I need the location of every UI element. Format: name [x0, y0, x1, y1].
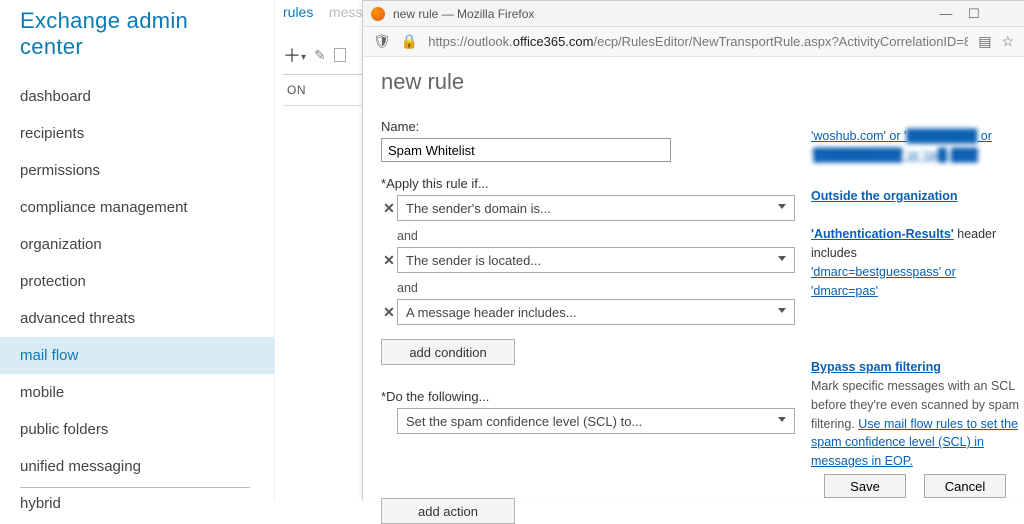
remove-condition-3[interactable]: ✕ [381, 304, 397, 321]
remove-condition-2[interactable]: ✕ [381, 252, 397, 269]
side-column: 'woshub.com' or '████████ or '██████████… [801, 67, 1024, 494]
chevron-down-icon: ▾ [301, 52, 306, 63]
sidebar-item-mobile[interactable]: mobile [0, 374, 274, 411]
page-title: new rule [381, 69, 801, 95]
reader-mode-icon[interactable]: ▤ [978, 33, 991, 50]
tab-rules[interactable]: rules [283, 4, 313, 20]
minimize-button[interactable]: — [932, 6, 960, 22]
dialog-button-bar: Save Cancel [824, 474, 1006, 498]
action-summary: Bypass spam filtering Mark specific mess… [811, 358, 1020, 471]
address-bar: 🛡︎ 🔒 https://outlook.office365.com/ecp/R… [363, 27, 1024, 57]
sidebar-item-protection[interactable]: protection [0, 263, 274, 300]
condition-2-dropdown[interactable]: The sender is located... [397, 247, 795, 273]
admin-center-title: Exchange admin center [0, 2, 274, 78]
sidebar-item-compliance-management[interactable]: compliance management [0, 189, 274, 226]
window-titlebar: new rule — Mozilla Firefox — ☐ [363, 1, 1024, 27]
maximize-button[interactable]: ☐ [960, 6, 988, 22]
add-action-button[interactable]: add action [381, 498, 515, 524]
chevron-down-icon [778, 308, 786, 313]
condition-3-dropdown[interactable]: A message header includes... [397, 299, 795, 325]
sidebar-item-hybrid[interactable]: hybrid [0, 485, 274, 522]
cond1-summary[interactable]: 'woshub.com' or '████████ or '██████████… [811, 127, 1020, 165]
condition-1-dropdown[interactable]: The sender's domain is... [397, 195, 795, 221]
cond2-summary[interactable]: Outside the organization [811, 187, 1020, 206]
chevron-down-icon [778, 204, 786, 209]
action-title[interactable]: Bypass spam filtering [811, 360, 941, 374]
edit-icon[interactable]: ✎ [314, 47, 326, 64]
bookmark-icon[interactable]: ☆ [1001, 33, 1014, 50]
apply-rule-if-label: Apply this rule if... [381, 176, 801, 191]
sidebar-item-permissions[interactable]: permissions [0, 152, 274, 189]
add-rule-button[interactable]: ＋▾ [283, 42, 306, 68]
and-label-2: and [397, 281, 801, 295]
sidebar-item-public-folders[interactable]: public folders [0, 411, 274, 448]
nav-divider [20, 487, 250, 488]
new-rule-dialog: new rule — Mozilla Firefox — ☐ 🛡︎ 🔒 http… [362, 0, 1024, 500]
chevron-down-icon [778, 256, 786, 261]
window-title: new rule — Mozilla Firefox [393, 7, 534, 21]
cancel-button[interactable]: Cancel [924, 474, 1006, 498]
firefox-icon [371, 7, 385, 21]
copy-icon[interactable] [334, 48, 346, 62]
sidebar-item-dashboard[interactable]: dashboard [0, 78, 274, 115]
sidebar-item-unified-messaging[interactable]: unified messaging [0, 448, 274, 485]
close-button[interactable] [988, 6, 1016, 22]
left-nav: Exchange admin center dashboardrecipient… [0, 0, 275, 500]
sidebar-item-advanced-threats[interactable]: advanced threats [0, 300, 274, 337]
sidebar-item-recipients[interactable]: recipients [0, 115, 274, 152]
shield-icon[interactable]: 🛡︎ [373, 33, 391, 50]
name-input[interactable] [381, 138, 671, 162]
and-label-1: and [397, 229, 801, 243]
lock-icon[interactable]: 🔒 [401, 33, 418, 50]
add-condition-button[interactable]: add condition [381, 339, 515, 365]
sidebar-item-mail-flow[interactable]: mail flow [0, 337, 274, 374]
do-the-following-label: Do the following... [381, 389, 801, 404]
chevron-down-icon [778, 417, 786, 422]
name-label: Name: [381, 119, 801, 134]
remove-condition-1[interactable]: ✕ [381, 200, 397, 217]
form-column: new rule Name: Apply this rule if... ✕ T… [381, 67, 801, 494]
save-button[interactable]: Save [824, 474, 906, 498]
cond3-summary[interactable]: 'Authentication-Results' header includes… [811, 225, 1020, 300]
action-1-dropdown[interactable]: Set the spam confidence level (SCL) to..… [397, 408, 795, 434]
url[interactable]: https://outlook.office365.com/ecp/RulesE… [428, 34, 968, 49]
sidebar-item-organization[interactable]: organization [0, 226, 274, 263]
